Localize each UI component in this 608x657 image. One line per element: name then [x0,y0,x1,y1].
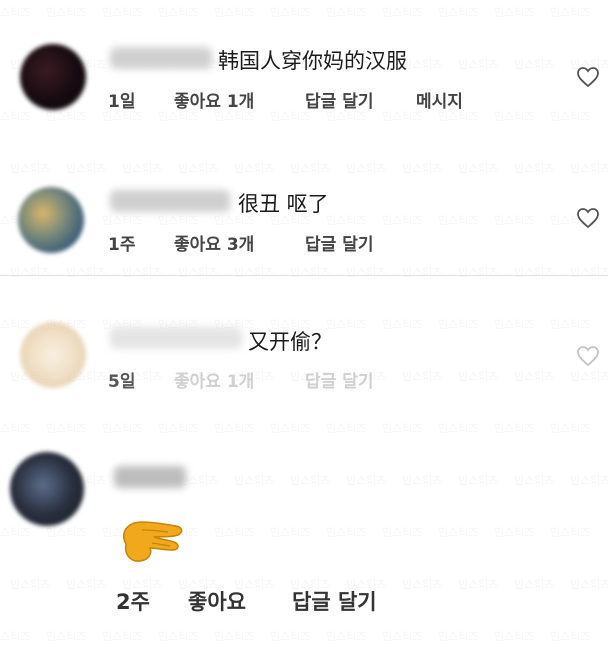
avatar[interactable] [10,452,84,526]
likes-count[interactable]: 좋아요 1개 [174,367,254,392]
message-button[interactable]: 메시지 [416,87,463,112]
reply-button[interactable]: 답글 달기 [305,87,373,112]
avatar[interactable] [18,187,84,253]
heart-icon[interactable] [576,345,600,367]
comment-time: 2주 [116,590,150,614]
comment-time: 1주 [108,235,136,255]
like-button[interactable]: 좋아요 [188,586,246,616]
heart-icon[interactable] [576,66,600,88]
comment-1: 韩国人穿你妈的汉服 1일 좋아요 1개 답글 달기 메시지 [0,0,608,135]
heart-icon[interactable] [576,207,600,229]
comment-3: 又开偷？ 5일 좋아요 1개 답글 달기 [0,276,608,436]
username-blurred[interactable] [110,190,230,212]
comment-2: 很丑 呕了 1주 좋아요 3개 답글 달기 [0,135,608,275]
comment-time: 5일 [108,372,136,392]
reply-button[interactable]: 답글 달기 [305,230,373,255]
username-blurred[interactable] [110,47,212,69]
avatar[interactable] [20,44,86,110]
comment-4: 2주 좋아요 답글 달기 [0,436,608,657]
avatar[interactable] [20,322,86,388]
comment-text: 又开偷？ [248,330,332,354]
pinching-hand-emoji [116,514,188,568]
reply-button[interactable]: 답글 달기 [305,367,373,392]
likes-count[interactable]: 좋아요 1개 [174,87,254,112]
comment-time: 1일 [108,92,136,112]
comment-text: 很丑 呕了 [238,192,329,216]
comment-text: 韩国人穿你妈的汉服 [218,49,407,73]
likes-count[interactable]: 좋아요 3개 [174,230,254,255]
username-blurred[interactable] [110,327,242,349]
username-blurred[interactable] [114,466,186,488]
reply-button[interactable]: 답글 달기 [292,586,377,616]
